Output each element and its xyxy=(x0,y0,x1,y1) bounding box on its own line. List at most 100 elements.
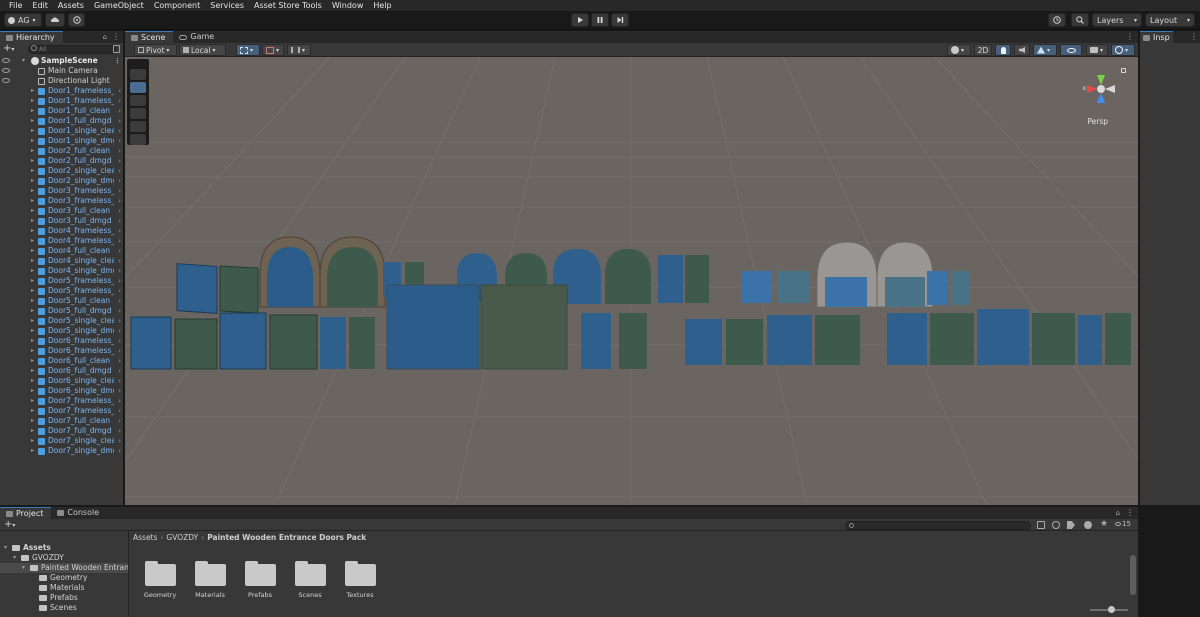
hierarchy-item[interactable]: ▸ Door3_full_dmgd › xyxy=(0,216,123,226)
expand-arrow-icon[interactable]: ▸ xyxy=(31,326,34,336)
open-prefab-icon[interactable]: › xyxy=(118,196,121,206)
hand-tool-button[interactable] xyxy=(130,69,146,80)
menu-item-asset-store-tools[interactable]: Asset Store Tools xyxy=(249,0,327,11)
hierarchy-item[interactable]: ▸ Door5_single_clea › xyxy=(0,316,123,326)
expand-arrow-icon[interactable]: ▸ xyxy=(31,296,34,306)
open-prefab-icon[interactable]: › xyxy=(118,396,121,406)
expand-arrow-icon[interactable]: ▸ xyxy=(31,146,34,156)
open-prefab-icon[interactable]: › xyxy=(118,446,121,456)
toggle-tools-button[interactable]: ▾ xyxy=(287,44,311,56)
open-prefab-icon[interactable]: › xyxy=(118,296,121,306)
expand-arrow-icon[interactable]: ▸ xyxy=(31,276,34,286)
expand-arrow-icon[interactable]: ▾ xyxy=(13,553,16,563)
menu-item-component[interactable]: Component xyxy=(149,0,205,11)
collab-button[interactable] xyxy=(68,13,85,27)
expand-arrow-icon[interactable]: ▸ xyxy=(31,306,34,316)
expand-arrow-icon[interactable]: ▸ xyxy=(31,286,34,296)
folder-tree-item[interactable]: Scenes xyxy=(0,603,128,613)
layout-dropdown[interactable]: Layout ▾ xyxy=(1145,13,1195,27)
expand-arrow-icon[interactable]: ▸ xyxy=(31,246,34,256)
hierarchy-item[interactable]: ▸ Door7_frameless_c › xyxy=(0,406,123,416)
tab-scene[interactable]: Scene xyxy=(125,31,174,43)
filter-icon[interactable] xyxy=(113,45,120,53)
menu-item-help[interactable]: Help xyxy=(368,0,396,11)
asset-folder[interactable]: Materials xyxy=(185,555,235,599)
move-tool-button[interactable] xyxy=(130,82,146,93)
folder-tree-item[interactable]: Materials xyxy=(0,583,128,593)
open-prefab-icon[interactable]: › xyxy=(118,226,121,236)
scale-tool-button[interactable] xyxy=(130,108,146,119)
kebab-menu-icon[interactable]: ⋮ xyxy=(1188,31,1200,43)
hierarchy-item[interactable]: ▸ Door3_full_clean › xyxy=(0,206,123,216)
expand-arrow-icon[interactable]: ▸ xyxy=(31,366,34,376)
hierarchy-item[interactable]: ▸ Door6_frameless_c › xyxy=(0,346,123,356)
open-prefab-icon[interactable]: › xyxy=(118,436,121,446)
tab-hierarchy[interactable]: Hierarchy xyxy=(0,31,63,43)
star-icon[interactable]: ★ xyxy=(1100,519,1108,529)
breadcrumb-item[interactable]: Painted Wooden Entrance Doors Pack xyxy=(207,533,366,542)
open-prefab-icon[interactable]: › xyxy=(118,316,121,326)
asset-folder[interactable]: Scenes xyxy=(285,555,335,599)
menu-item-edit[interactable]: Edit xyxy=(27,0,53,11)
hierarchy-item[interactable]: ▸ Door6_frameless_c › xyxy=(0,336,123,346)
scene-viewport[interactable]: x Persp xyxy=(125,57,1138,505)
hierarchy-item[interactable]: ▸ Door6_single_dmg › xyxy=(0,386,123,396)
kebab-menu-icon[interactable]: ⋮ xyxy=(109,31,123,43)
folder-tree-item[interactable]: Prefabs xyxy=(0,593,128,603)
kebab-menu-icon[interactable]: ⋮ xyxy=(1122,507,1138,519)
hierarchy-item[interactable]: ▸ Door2_full_clean › xyxy=(0,146,123,156)
open-prefab-icon[interactable]: › xyxy=(118,326,121,336)
open-prefab-icon[interactable]: › xyxy=(118,356,121,366)
add-object-button[interactable]: +▾ xyxy=(3,44,14,55)
expand-arrow-icon[interactable]: ▸ xyxy=(31,106,34,116)
hierarchy-item[interactable]: ▸ Door1_frameless_c › xyxy=(0,96,123,106)
open-prefab-icon[interactable]: › xyxy=(118,236,121,246)
open-prefab-icon[interactable]: › xyxy=(118,116,121,126)
hierarchy-item[interactable]: ▸ Door1_full_clean › xyxy=(0,106,123,116)
expand-arrow-icon[interactable]: ▸ xyxy=(31,336,34,346)
expand-arrow-icon[interactable]: ▾ xyxy=(22,56,25,66)
asset-grid-scrollbar[interactable] xyxy=(1130,555,1136,595)
tag-icon[interactable] xyxy=(1067,521,1075,529)
open-prefab-icon[interactable]: › xyxy=(118,306,121,316)
eye-icon[interactable] xyxy=(2,68,10,73)
open-prefab-icon[interactable]: › xyxy=(118,256,121,266)
menu-item-assets[interactable]: Assets xyxy=(53,0,89,11)
open-prefab-icon[interactable]: › xyxy=(118,96,121,106)
hierarchy-item[interactable]: ▸ Door4_frameless_c › xyxy=(0,236,123,246)
account-dropdown[interactable]: AG ▾ xyxy=(4,13,42,27)
eye-icon[interactable] xyxy=(2,78,10,83)
expand-arrow-icon[interactable]: ▸ xyxy=(31,396,34,406)
menu-item-gameobject[interactable]: GameObject xyxy=(89,0,149,11)
open-prefab-icon[interactable]: › xyxy=(118,186,121,196)
kebab-menu-icon[interactable]: ⋮ xyxy=(1122,31,1138,43)
open-prefab-icon[interactable]: › xyxy=(118,206,121,216)
rect-tool-button[interactable] xyxy=(130,121,146,132)
expand-arrow-icon[interactable]: ▸ xyxy=(31,376,34,386)
scene-row[interactable]: ▾ SampleScene ⋮ xyxy=(0,56,123,66)
hierarchy-item[interactable]: ▸ Door6_full_dmgd › xyxy=(0,366,123,376)
zoom-slider[interactable] xyxy=(1090,606,1128,613)
expand-arrow-icon[interactable]: ▾ xyxy=(22,563,25,573)
lock-icon[interactable]: ⌂ xyxy=(1114,507,1122,519)
hierarchy-item[interactable]: ▸ Door4_full_clean › xyxy=(0,246,123,256)
layers-dropdown[interactable]: Layers ▾ xyxy=(1092,13,1142,27)
tab-inspector[interactable]: Insp xyxy=(1140,31,1173,43)
expand-arrow-icon[interactable]: ▸ xyxy=(31,386,34,396)
hierarchy-item[interactable]: ▸ Door5_frameless_c › xyxy=(0,276,123,286)
hierarchy-item[interactable]: ▸ Door6_single_clea › xyxy=(0,376,123,386)
expand-arrow-icon[interactable]: ▸ xyxy=(31,356,34,366)
open-prefab-icon[interactable]: › xyxy=(118,106,121,116)
open-prefab-icon[interactable]: › xyxy=(118,336,121,346)
pause-button[interactable] xyxy=(591,13,609,27)
draw-mode-button[interactable]: ▾ xyxy=(947,44,971,56)
breadcrumb-item[interactable]: Assets xyxy=(133,533,157,542)
asset-folder[interactable]: Textures xyxy=(335,555,385,599)
projection-label[interactable]: Persp xyxy=(1087,117,1108,126)
expand-arrow-icon[interactable]: ▸ xyxy=(31,166,34,176)
hierarchy-item[interactable]: ▸ Door7_frameless_c › xyxy=(0,396,123,406)
hierarchy-item[interactable]: ▸ Door5_frameless_c › xyxy=(0,286,123,296)
expand-arrow-icon[interactable]: ▸ xyxy=(31,446,34,456)
effects-dropdown[interactable]: ▾ xyxy=(1033,44,1057,56)
open-prefab-icon[interactable]: › xyxy=(118,286,121,296)
